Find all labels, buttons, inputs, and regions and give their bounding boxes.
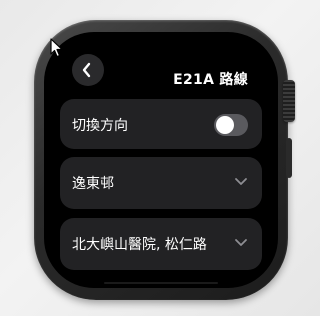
digital-crown[interactable] — [283, 80, 295, 122]
scroll-hint — [104, 282, 218, 284]
toggle-knob — [216, 116, 234, 134]
chevron-down-icon — [235, 178, 247, 185]
destination-stop-label: 北大嶼山醫院, 松仁路 — [72, 237, 207, 253]
chevron-left-icon — [82, 62, 91, 78]
origin-stop-dropdown[interactable]: 逸東邨 — [60, 157, 262, 209]
origin-stop-label: 逸東邨 — [72, 176, 114, 192]
watch-screen: E21A 路線 切換方向 逸東邨 北大嶼山醫院, 松仁路 — [44, 32, 278, 288]
back-button[interactable] — [72, 54, 104, 86]
mouse-pointer-icon — [50, 38, 63, 58]
switch-direction-row[interactable]: 切換方向 — [60, 99, 262, 149]
chevron-down-icon — [235, 239, 247, 246]
switch-direction-toggle[interactable] — [214, 114, 248, 136]
destination-stop-dropdown[interactable]: 北大嶼山醫院, 松仁路 — [60, 218, 262, 270]
side-button[interactable] — [286, 138, 292, 178]
page-title: E21A 路線 — [173, 72, 248, 88]
switch-direction-label: 切換方向 — [72, 118, 128, 134]
